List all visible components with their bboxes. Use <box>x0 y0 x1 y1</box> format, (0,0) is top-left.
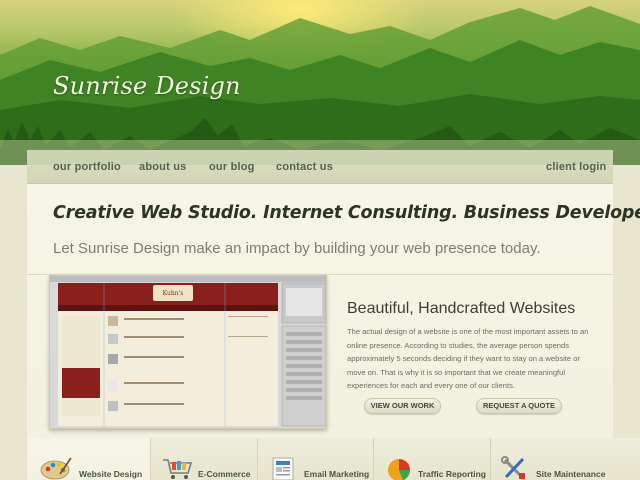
view-our-work-button[interactable]: VIEW OUR WORK <box>364 398 441 414</box>
pie-chart-icon <box>385 456 413 480</box>
portfolio-screenshot[interactable]: Kuhn's <box>49 275 327 429</box>
request-a-quote-button[interactable]: REQUEST A QUOTE <box>476 398 562 414</box>
feature-title: Beautiful, Handcrafted Websites <box>347 300 576 317</box>
service-label: Website Design <box>79 469 143 479</box>
screenshot-store-name: Kuhn's <box>163 290 184 297</box>
main-navigation: our portfolio about us our blog contact … <box>27 150 613 184</box>
service-site-maintenance[interactable]: Site Maintenance <box>490 438 640 480</box>
photo-editor-mockup-image: Kuhn's <box>50 276 326 428</box>
newsletter-icon <box>270 456 298 480</box>
service-email-marketing[interactable]: Email Marketing <box>257 438 373 480</box>
nav-item-client-login[interactable]: client login <box>546 161 606 173</box>
header-landscape: Sunrise Design <box>0 0 640 165</box>
nav-item-blog[interactable]: our blog <box>209 161 255 173</box>
service-label: E-Commerce <box>198 469 251 479</box>
service-label: Site Maintenance <box>536 469 606 479</box>
feature-description: The actual design of a website is one of… <box>347 327 589 390</box>
palette-icon <box>40 456 72 480</box>
nav-item-about[interactable]: about us <box>139 161 186 173</box>
service-label: Email Marketing <box>304 469 370 479</box>
hero-subline: Let Sunrise Design make an impact by bui… <box>53 240 541 257</box>
service-e-commerce[interactable]: E-Commerce <box>150 438 257 480</box>
tools-icon <box>501 456 529 480</box>
nav-item-contact[interactable]: contact us <box>276 161 333 173</box>
hero-headline: Creative Web Studio. Internet Consulting… <box>53 203 640 223</box>
services-bar: Website Design E-Commerce Email Marketin… <box>0 438 640 480</box>
main-content-panel: Creative Web Studio. Internet Consulting… <box>27 184 640 480</box>
nav-item-portfolio[interactable]: our portfolio <box>53 161 121 173</box>
brand-logo[interactable]: Sunrise Design <box>53 72 241 100</box>
service-website-design[interactable]: Website Design <box>28 438 150 480</box>
service-label: Traffic Reporting <box>418 469 487 479</box>
shopping-cart-icon <box>161 456 193 480</box>
service-traffic-reporting[interactable]: Traffic Reporting <box>373 438 490 480</box>
